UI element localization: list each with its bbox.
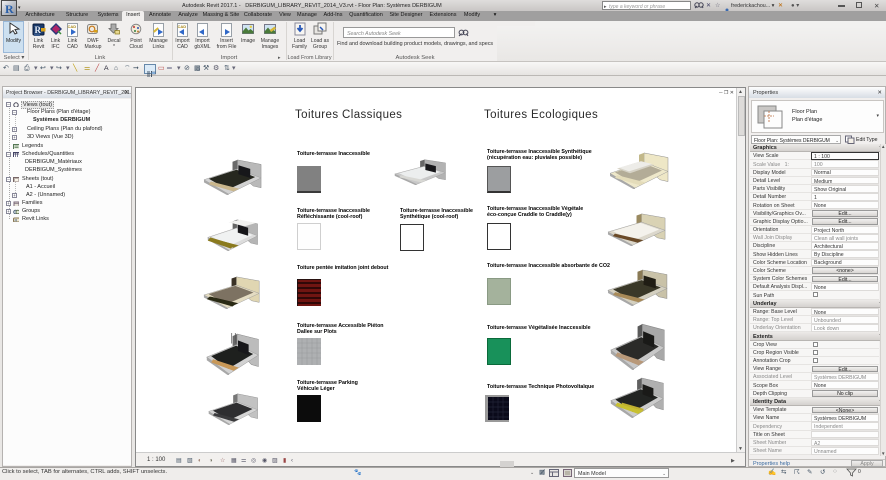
svg-text:R: R xyxy=(15,217,18,222)
